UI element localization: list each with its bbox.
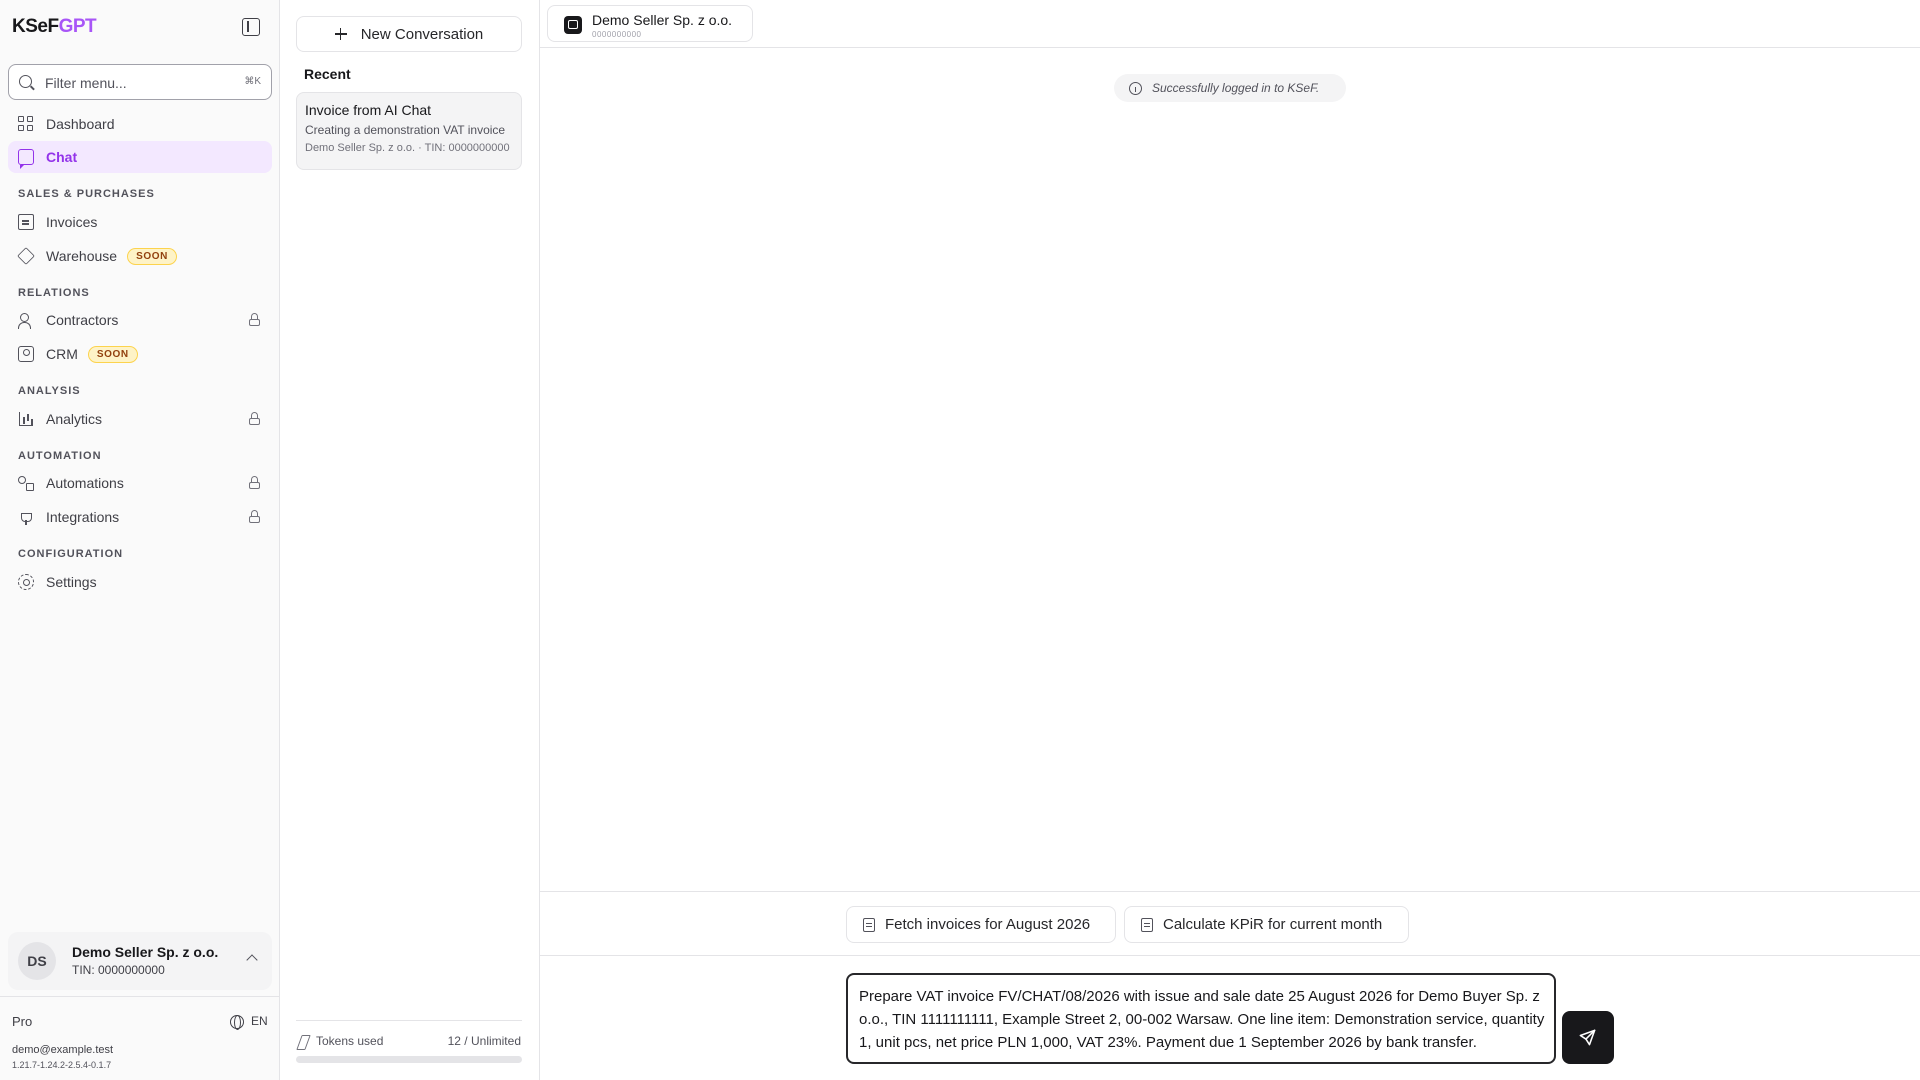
sidebar-item-automations[interactable]: Automations (8, 467, 272, 499)
users-icon (18, 312, 34, 329)
lock-icon (249, 412, 260, 425)
account-switcher[interactable]: DS Demo Seller Sp. z o.o. TIN: 000000000… (8, 932, 272, 990)
lock-icon (249, 313, 260, 326)
soon-badge: SOON (87, 345, 138, 363)
invoice-icon (18, 214, 34, 230)
info-icon (1129, 82, 1142, 95)
section-automation: AUTOMATION (18, 450, 102, 462)
user-email: demo@example.test (12, 1044, 114, 1056)
sidebar-item-settings[interactable]: Settings (8, 566, 272, 598)
conversation-item[interactable]: Invoice from AI Chat Creating a demonstr… (296, 92, 522, 170)
message-composer[interactable] (846, 973, 1556, 1064)
recent-heading: Recent (304, 66, 351, 82)
app-logo[interactable]: KSeFGPT (12, 16, 97, 38)
shortcut-hint: ⌘K (244, 76, 261, 87)
workflow-icon (18, 475, 34, 491)
sidebar-item-crm[interactable]: CRM SOON (8, 338, 272, 370)
sidebar-item-dashboard[interactable]: Dashboard (8, 108, 272, 140)
language-switcher[interactable]: EN (251, 1014, 268, 1028)
suggestion-fetch-invoices[interactable]: Fetch invoices for August 2026 (846, 906, 1116, 943)
plug-icon (18, 509, 34, 525)
login-status-toast: Successfully logged in to KSeF. (1114, 74, 1346, 102)
sidebar-toggle-icon[interactable] (242, 18, 260, 36)
chevron-up-icon (246, 954, 258, 966)
new-conversation-button[interactable]: New Conversation (296, 16, 522, 52)
suggestion-calculate-kpir[interactable]: Calculate KPiR for current month (1124, 906, 1409, 943)
sidebar-item-invoices[interactable]: Invoices (8, 206, 272, 238)
sidebar-item-contractors[interactable]: Contractors (8, 304, 272, 336)
chat-icon (18, 149, 34, 169)
account-tin: TIN: 0000000000 (72, 963, 165, 977)
top-bar: Demo Seller Sp. z o.o. 0000000000 (540, 0, 1920, 48)
calculator-icon (1141, 917, 1153, 932)
tokens-progress-bar (296, 1056, 522, 1063)
package-icon (17, 247, 35, 265)
toast-text: Successfully logged in to KSeF. (1152, 81, 1320, 95)
sidebar-item-chat[interactable]: Chat (8, 141, 272, 173)
section-analysis: ANALYSIS (18, 385, 81, 397)
conversation-meta: Demo Seller Sp. z o.o. · TIN: 0000000000 (305, 142, 510, 154)
soon-badge: SOON (127, 247, 177, 265)
plan-label: Pro (12, 1014, 33, 1029)
conversations-panel: New Conversation Recent Invoice from AI … (280, 0, 540, 1080)
account-name: Demo Seller Sp. z o.o. (72, 944, 219, 960)
send-icon (1579, 1029, 1596, 1046)
company-tin: 0000000000 (592, 30, 642, 39)
sidebar-item-warehouse[interactable]: Warehouse SOON (8, 240, 272, 272)
conversation-title: Invoice from AI Chat (305, 102, 432, 118)
plus-icon (334, 28, 347, 40)
document-icon (863, 917, 875, 932)
new-conversation-label: New Conversation (360, 25, 484, 43)
send-button[interactable] (1562, 1011, 1614, 1064)
gear-icon (18, 574, 34, 590)
suggestion-label: Calculate KPiR for current month (1163, 916, 1383, 933)
sidebar: KSeFGPT ⌘K Dashboard Chat SALES & PURCHA… (0, 0, 280, 1080)
section-relations: RELATIONS (18, 287, 90, 299)
suggestions-bar: Fetch invoices for August 2026 Calculate… (540, 891, 1920, 956)
filter-menu-field[interactable]: ⌘K (8, 64, 272, 100)
tokens-used-value: 12 / Unlimited (447, 1034, 521, 1048)
dashboard-icon (18, 116, 34, 132)
bar-chart-icon (18, 411, 34, 427)
company-name: Demo Seller Sp. z o.o. (592, 12, 733, 28)
sidebar-item-analytics[interactable]: Analytics (8, 403, 272, 435)
avatar: DS (18, 942, 56, 980)
tokens-used-label: Tokens used (316, 1034, 384, 1048)
company-selector[interactable]: Demo Seller Sp. z o.o. 0000000000 (547, 5, 753, 42)
section-configuration: CONFIGURATION (18, 548, 124, 560)
conversation-preview: Creating a demonstration VAT invoice (305, 123, 506, 137)
contact-icon (18, 346, 34, 362)
divider (296, 1020, 522, 1021)
sidebar-item-integrations[interactable]: Integrations (8, 501, 272, 533)
divider (0, 996, 280, 997)
zap-icon (297, 1035, 308, 1048)
globe-icon[interactable] (230, 1015, 244, 1030)
filter-menu-input[interactable] (45, 73, 225, 93)
company-chat-icon (564, 16, 582, 34)
app-version: 1.21.7-1.24.2-2.5.4-0.1.7 (12, 1060, 112, 1070)
lock-icon (249, 510, 260, 523)
chat-main: Demo Seller Sp. z o.o. 0000000000 Succes… (540, 0, 1920, 1080)
message-input[interactable] (859, 985, 1545, 1055)
lock-icon (249, 476, 260, 489)
suggestion-label: Fetch invoices for August 2026 (885, 916, 1091, 933)
search-icon (19, 75, 32, 88)
section-sales-purchases: SALES & PURCHASES (18, 188, 155, 200)
